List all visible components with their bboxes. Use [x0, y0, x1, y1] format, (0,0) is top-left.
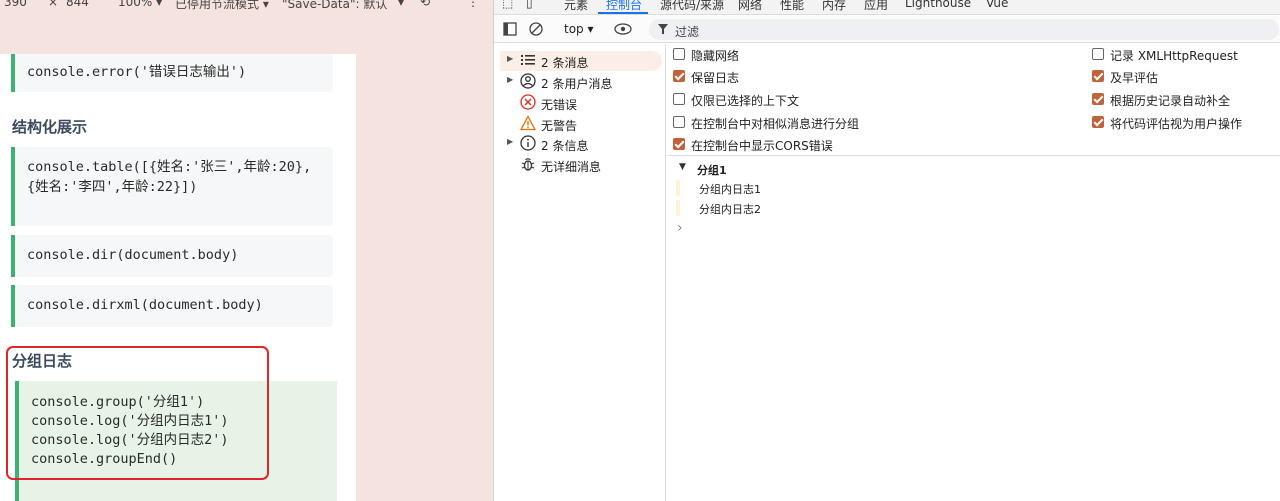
code-line: console.table([{姓名:'张三',年龄:20},	[27, 159, 312, 175]
log-message: 分组内日志1	[699, 183, 761, 196]
save-data-select[interactable]: "Save-Data": 默认	[282, 0, 387, 11]
checkbox[interactable]	[673, 138, 685, 150]
console-settings-pane: 隐藏网络 保留日志 仅限已选择的上下文 在控制台中对相似消息进行分组 在控制台中…	[667, 44, 1280, 156]
clear-console-icon[interactable]	[529, 22, 543, 36]
inspect-element-icon[interactable]: ⬚	[502, 0, 513, 10]
tab-application[interactable]: 应用	[864, 0, 888, 13]
setting-label: 根据历史记录自动补全	[1110, 94, 1231, 108]
dimension-separator: ×	[48, 0, 59, 9]
code-line: {姓名:'李四',年龄:22}])	[27, 179, 198, 195]
expand-arrow-icon[interactable]: ▶	[507, 75, 513, 84]
sidebar-item-label: 2 条信息	[541, 139, 589, 153]
list-icon	[521, 55, 535, 65]
code-block-dir: console.dir(document.body)	[11, 235, 333, 277]
warning-icon	[520, 115, 536, 131]
code-line: console.dir(document.body)	[27, 247, 239, 263]
sidebar-item-info[interactable]: ▶ 2 条信息	[500, 134, 662, 154]
sidebar-item-label: 无错误	[541, 98, 578, 112]
active-tab-indicator	[598, 12, 648, 14]
tab-network[interactable]: 网络	[738, 0, 762, 13]
highlight-annotation-box	[6, 346, 269, 480]
info-icon	[520, 135, 536, 151]
expand-arrow-icon[interactable]: ▶	[507, 54, 513, 63]
device-height-field[interactable]: 844	[66, 0, 89, 9]
sidebar-item-messages[interactable]: ▶ 2 条消息	[500, 51, 662, 71]
tab-vue[interactable]: Vue	[986, 0, 1008, 10]
console-log-entry: 分组内日志2	[676, 199, 1279, 219]
checkbox[interactable]	[673, 93, 685, 105]
checkbox[interactable]	[1092, 70, 1104, 82]
setting-label: 及早评估	[1110, 71, 1159, 85]
setting-label: 在控制台中显示CORS错误	[691, 139, 833, 153]
setting-label: 隐藏网络	[691, 49, 740, 63]
tab-elements[interactable]: 元素	[564, 0, 588, 13]
sidebar-item-verbose[interactable]: 无详细消息	[500, 155, 662, 175]
sidebar-item-user-messages[interactable]: ▶ 2 条用户消息	[500, 72, 662, 92]
device-toolbar-icon[interactable]: ▯	[526, 0, 533, 10]
setting-label: 仅限已选择的上下文	[691, 94, 800, 108]
context-select[interactable]: top ▾	[564, 22, 594, 36]
code-line: console.dirxml(document.body)	[27, 297, 263, 313]
device-viewport-area: 390 × 844 100% ▾ 已停用节流模式 ▾ "Save-Data": …	[0, 0, 493, 501]
zoom-select[interactable]: 100% ▾	[118, 0, 162, 9]
setting-label: 记录 XMLHttpRequest	[1110, 49, 1238, 63]
console-log-entry: 分组内日志1	[676, 179, 1279, 199]
more-options-icon[interactable]: ⋮	[467, 0, 479, 9]
console-prompt[interactable]: ›	[677, 220, 1279, 240]
checkbox[interactable]	[673, 116, 685, 128]
prompt-chevron-icon: ›	[677, 220, 683, 236]
setting-label: 将代码评估视为用户操作	[1110, 117, 1243, 131]
sidebar-item-label: 2 条消息	[541, 56, 589, 70]
group-expanded-triangle-icon[interactable]: ▼	[679, 162, 686, 172]
group-indent-marker	[676, 180, 680, 196]
setting-label: 在控制台中对相似消息进行分组	[691, 117, 860, 131]
tab-lighthouse[interactable]: Lighthouse	[905, 0, 971, 10]
tab-sources[interactable]: 源代码/来源	[660, 0, 724, 13]
throttling-select[interactable]: 已停用节流模式 ▾	[175, 0, 269, 11]
console-toolbar: top ▾ 过滤	[494, 16, 1280, 43]
save-data-dropdown-icon[interactable]: ▾	[398, 0, 404, 9]
console-output: ▼ 分组1 分组内日志1 分组内日志2 ›	[667, 157, 1280, 501]
sidebar-item-label: 无警告	[541, 119, 578, 133]
code-line: console.error('错误日志输出')	[27, 64, 247, 80]
console-sidebar: ▶ 2 条消息 ▶ 2 条用户消息 无错误 无警告 ▶ 2 条信息 无详细消息	[494, 44, 666, 501]
checkbox[interactable]	[1092, 93, 1104, 105]
console-group-header[interactable]: ▼ 分组1	[679, 160, 1279, 180]
checkbox[interactable]	[673, 70, 685, 82]
group-label: 分组1	[697, 164, 727, 177]
filter-input[interactable]: 过滤	[649, 19, 1279, 40]
filter-placeholder: 过滤	[675, 25, 700, 39]
device-emulation-toolbar: 390 × 844 100% ▾ 已停用节流模式 ▾ "Save-Data": …	[0, 0, 493, 11]
code-block-table: console.table([{姓名:'张三',年龄:20}, {姓名:'李四'…	[11, 147, 333, 226]
tab-performance[interactable]: 性能	[780, 0, 804, 13]
sidebar-item-label: 无详细消息	[541, 160, 602, 174]
devtools-panel: ⬚ ▯ 元素 控制台 源代码/来源 网络 性能 内存 应用 Lighthouse…	[493, 0, 1280, 501]
user-icon	[520, 73, 536, 89]
setting-label: 保留日志	[691, 71, 740, 85]
log-message: 分组内日志2	[699, 203, 761, 216]
checkbox[interactable]	[1092, 48, 1104, 60]
checkbox[interactable]	[1092, 116, 1104, 128]
filter-icon	[658, 24, 668, 34]
error-icon	[520, 94, 536, 110]
device-width-field[interactable]: 390	[4, 0, 27, 9]
devtools-tab-bar: ⬚ ▯ 元素 控制台 源代码/来源 网络 性能 内存 应用 Lighthouse…	[494, 0, 1280, 15]
sidebar-item-label: 2 条用户消息	[541, 77, 613, 91]
sidebar-item-warnings[interactable]: 无警告	[500, 114, 662, 134]
bug-icon	[521, 158, 535, 171]
eye-icon[interactable]	[614, 23, 632, 35]
group-indent-marker	[676, 200, 680, 216]
section-heading-structured: 结构化展示	[12, 118, 88, 136]
sidebar-toggle-icon[interactable]	[503, 22, 517, 36]
checkbox[interactable]	[673, 48, 685, 60]
code-block-dirxml: console.dirxml(document.body)	[11, 285, 333, 327]
sidebar-item-errors[interactable]: 无错误	[500, 93, 662, 113]
rotate-icon[interactable]: ⟲	[420, 0, 430, 9]
tab-memory[interactable]: 内存	[822, 0, 846, 13]
code-block-error: console.error('错误日志输出')	[11, 54, 333, 92]
expand-arrow-icon[interactable]: ▶	[507, 137, 513, 146]
